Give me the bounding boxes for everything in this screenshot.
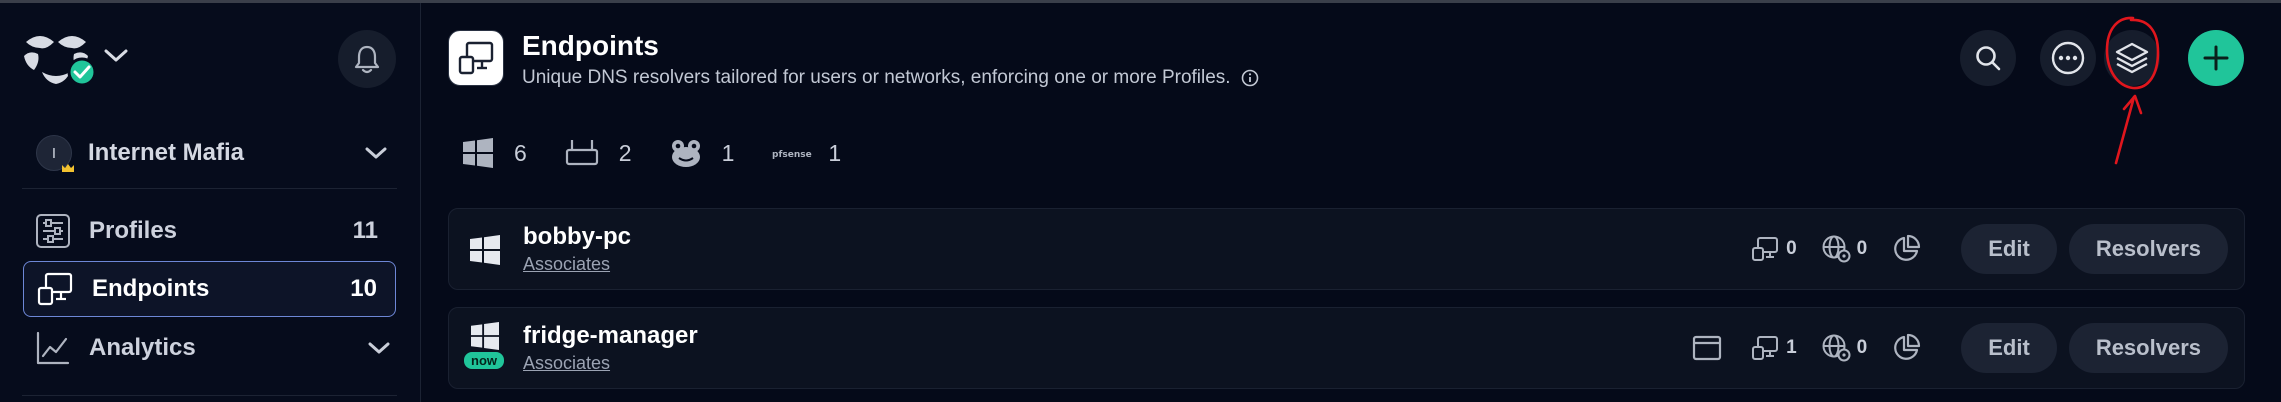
org-avatar: I — [36, 135, 74, 172]
endpoint-profile-link[interactable]: Associates — [523, 353, 610, 374]
pie-chart-icon — [1894, 333, 1921, 360]
endpoint-name[interactable]: bobby-pc — [523, 223, 631, 251]
pie-chart-icon — [1894, 234, 1921, 261]
sidebar-item-label: Profiles — [89, 217, 178, 244]
endpoint-card[interactable]: now fridge-manager Associates 1 0 Edit R… — [448, 307, 2245, 389]
browser-window-icon — [1692, 335, 1722, 361]
stat-frog[interactable]: 1 — [670, 138, 735, 168]
more-options-icon — [2051, 41, 2085, 75]
search-icon — [1976, 46, 2001, 71]
endpoint-profile-link[interactable]: Associates — [523, 254, 610, 275]
svg-text:pfsense: pfsense — [772, 150, 812, 160]
stat-router[interactable]: 2 — [565, 138, 632, 168]
windows-icon — [470, 235, 500, 265]
pfsense-icon: pfsense — [772, 150, 812, 160]
windows-icon — [471, 322, 499, 350]
notifications-button[interactable] — [338, 30, 396, 88]
page-subtitle-text: Unique DNS resolvers tailored for users … — [522, 67, 1231, 88]
sliders-icon — [36, 214, 70, 248]
networks-metric[interactable]: 0 — [1821, 333, 1868, 363]
analytics-pie-button[interactable] — [1891, 234, 1921, 264]
plus-icon — [2203, 45, 2229, 71]
sidebar-item-count: 11 — [352, 217, 378, 244]
annotation-circle — [2105, 16, 2160, 90]
sidebar-item-endpoints[interactable]: Endpoints 10 — [23, 261, 396, 317]
endpoint-actions: 0 0 Edit Resolvers — [1750, 223, 2228, 275]
devices-count: 0 — [1786, 238, 1797, 259]
search-button[interactable] — [1960, 30, 2016, 86]
org-name: Internet Mafia — [88, 139, 245, 166]
globe-pin-icon — [1822, 235, 1851, 263]
resolvers-button[interactable]: Resolvers — [2068, 224, 2228, 274]
stat-windows[interactable]: 6 — [462, 138, 527, 168]
windows-icon — [463, 138, 493, 168]
networks-count: 0 — [1856, 238, 1868, 259]
networks-metric[interactable]: 0 — [1821, 234, 1868, 264]
stat-count: 2 — [618, 139, 632, 166]
stat-pfsense[interactable]: pfsense 1 — [772, 140, 841, 167]
page-subtitle: Unique DNS resolvers tailored for users … — [522, 67, 1259, 89]
analytics-pie-button[interactable] — [1891, 333, 1921, 363]
annotation-arrow — [2114, 94, 2143, 165]
devices-count: 1 — [1786, 337, 1797, 358]
sidebar-item-label: Analytics — [89, 334, 196, 361]
browser-window-button[interactable] — [1692, 334, 1722, 362]
endpoint-card[interactable]: bobby-pc Associates 0 0 Edit Resolvers — [448, 208, 2245, 290]
edit-button[interactable]: Edit — [1961, 224, 2057, 274]
devices-icon — [1752, 336, 1779, 360]
org-switch-chevron-icon[interactable] — [102, 45, 130, 65]
stat-count: 1 — [828, 139, 842, 166]
devices-icon — [1752, 237, 1779, 261]
page-endpoints-icon — [448, 30, 504, 86]
main-content: Endpoints Unique DNS resolvers tailored … — [422, 3, 2281, 402]
networks-count: 0 — [1856, 337, 1868, 358]
more-options-button[interactable] — [2040, 30, 2096, 86]
crown-icon — [62, 164, 74, 172]
bell-icon — [354, 45, 380, 74]
app-logo-icon[interactable] — [22, 28, 102, 88]
sidebar-divider — [22, 188, 397, 189]
org-avatar-initial: I — [51, 144, 57, 162]
sidebar-item-label: Endpoints — [92, 275, 210, 302]
org-switcher[interactable]: I Internet Mafia — [22, 125, 397, 181]
endpoint-actions: 1 0 Edit Resolvers — [1692, 322, 2228, 374]
sidebar-item-profiles[interactable]: Profiles 11 — [23, 203, 396, 259]
globe-pin-icon — [1822, 334, 1851, 362]
devices-metric[interactable]: 0 — [1750, 235, 1797, 263]
edit-button[interactable]: Edit — [1961, 323, 2057, 373]
stat-count: 1 — [721, 139, 735, 166]
sidebar-item-analytics[interactable]: Analytics — [23, 320, 396, 376]
devices-metric[interactable]: 1 — [1750, 334, 1797, 362]
status-badge: now — [464, 352, 504, 369]
endpoints-icon — [37, 272, 73, 306]
stat-count: 6 — [514, 139, 527, 166]
add-endpoint-button[interactable] — [2188, 30, 2244, 86]
analytics-chart-icon — [36, 331, 70, 365]
sidebar-item-count: 10 — [350, 275, 377, 302]
sidebar: I Internet Mafia Profiles 11 Endpoints 1… — [0, 3, 421, 402]
sidebar-divider — [22, 395, 397, 396]
endpoint-type-stats: 6 2 1 pfsense 1 — [462, 133, 879, 173]
page-title: Endpoints — [522, 30, 659, 61]
frog-icon — [671, 140, 700, 167]
router-icon — [565, 140, 598, 166]
info-icon[interactable] — [1241, 69, 1259, 87]
endpoint-name[interactable]: fridge-manager — [523, 322, 698, 350]
resolvers-button[interactable]: Resolvers — [2068, 323, 2228, 373]
chevron-down-icon — [368, 342, 390, 354]
chevron-down-icon — [365, 147, 387, 159]
